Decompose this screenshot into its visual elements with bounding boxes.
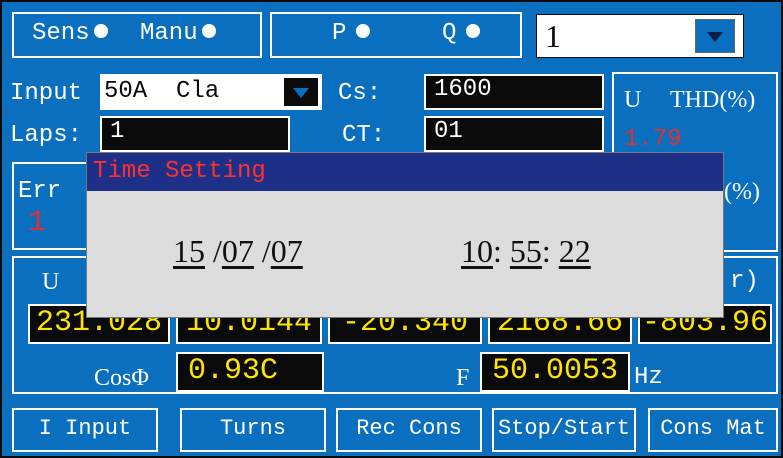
year-field[interactable]: 07 xyxy=(271,233,303,269)
thd-u-label: U xyxy=(624,87,642,113)
laps-value-field[interactable]: 1 xyxy=(100,116,290,152)
input-dropdown-button[interactable] xyxy=(284,78,318,106)
manu-label: Manu xyxy=(140,20,198,47)
frequency-value: 50.0053 xyxy=(480,352,630,392)
time-separator: : xyxy=(541,233,551,269)
manu-option[interactable]: Manu xyxy=(140,20,220,48)
p-radio-icon[interactable] xyxy=(356,24,371,39)
sens-radio-icon[interactable] xyxy=(93,24,108,39)
measure-r-header: r) xyxy=(730,268,759,295)
manu-radio-icon[interactable] xyxy=(201,24,216,39)
thd-label: THD(%) xyxy=(670,87,756,113)
chevron-down-icon xyxy=(707,32,723,42)
cs-label: Cs: xyxy=(338,80,382,107)
time-separator: : xyxy=(493,233,502,269)
cs-value-field[interactable]: 1600 xyxy=(424,74,604,110)
turns-button[interactable]: Turns xyxy=(180,408,326,452)
frequency-label: F xyxy=(456,365,470,391)
stop-start-button[interactable]: Stop/Start xyxy=(492,408,636,452)
month-field[interactable]: 07 xyxy=(222,233,254,269)
date-separator: / xyxy=(213,233,222,269)
i-input-button[interactable]: I Input xyxy=(12,408,158,452)
hz-label: Hz xyxy=(634,364,663,391)
instrument-screen: Sens Manu P Q 1 Input 50A Cla Cs: 1600 L… xyxy=(0,0,783,458)
cos-phi-value: 0.93C xyxy=(176,352,324,392)
thd-value: 1.79 xyxy=(624,126,682,153)
second-field[interactable]: 22 xyxy=(559,233,591,269)
date-display: 15 /07 /07 xyxy=(173,233,303,270)
input-label: Input xyxy=(10,80,83,107)
minute-field[interactable]: 55 xyxy=(510,233,542,269)
err-label: Err xyxy=(18,178,62,205)
time-display: 10: 55: 22 xyxy=(461,233,591,270)
time-setting-dialog: Time Setting 15 /07 /07 10: 55: 22 xyxy=(86,152,724,318)
chevron-down-icon xyxy=(293,88,309,98)
day-field[interactable]: 15 xyxy=(173,233,205,269)
cons-mat-button[interactable]: Cons Mat xyxy=(648,408,778,452)
channel-select[interactable]: 1 xyxy=(536,14,744,58)
sens-option[interactable]: Sens xyxy=(32,20,112,48)
ct-label: CT: xyxy=(342,122,386,149)
p-label: P xyxy=(332,20,347,47)
q-option[interactable]: Q xyxy=(442,20,484,48)
q-radio-icon[interactable] xyxy=(466,24,481,39)
sens-label: Sens xyxy=(32,20,90,47)
thd-pct2-label: (%) xyxy=(724,179,760,205)
rec-cons-button[interactable]: Rec Cons xyxy=(336,408,482,452)
input-select[interactable]: 50A Cla xyxy=(100,74,322,110)
date-separator: / xyxy=(261,233,271,269)
ct-value-field[interactable]: 01 xyxy=(424,116,604,152)
err-panel xyxy=(12,162,92,250)
hour-field[interactable]: 10 xyxy=(461,233,493,269)
measure-u-header: U xyxy=(42,269,60,295)
input-select-value: 50A Cla xyxy=(104,78,220,105)
err-value: 1 xyxy=(28,206,47,240)
p-option[interactable]: P xyxy=(332,20,374,48)
dialog-title: Time Setting xyxy=(87,153,723,191)
q-label: Q xyxy=(442,20,457,47)
laps-label: Laps: xyxy=(10,122,83,149)
channel-dropdown-button[interactable] xyxy=(695,19,735,53)
cos-phi-label: CosΦ xyxy=(94,365,149,391)
channel-select-value: 1 xyxy=(545,18,561,54)
